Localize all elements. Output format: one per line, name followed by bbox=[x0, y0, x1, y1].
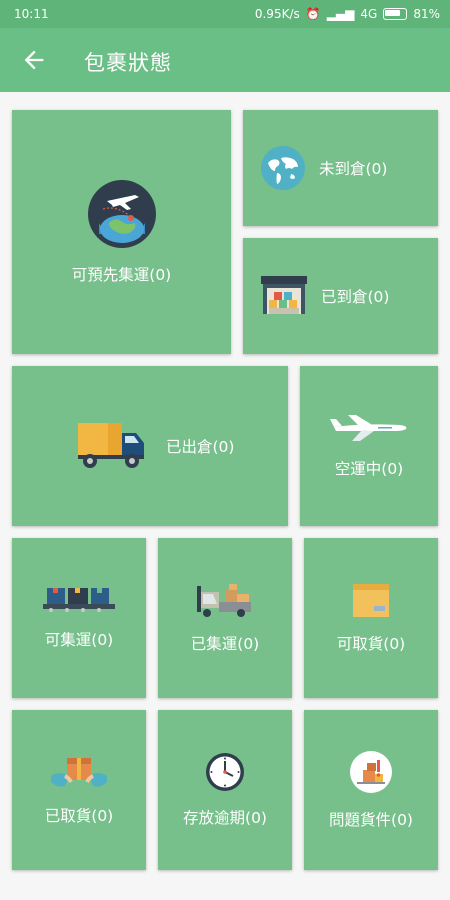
tile-label: 可集運(0) bbox=[44, 631, 114, 649]
signal-icon: ▂▄▆ bbox=[326, 7, 355, 21]
forklift-icon bbox=[197, 584, 251, 617]
tile-label: 已取貨(0) bbox=[44, 807, 114, 825]
tile-out-of-warehouse[interactable]: 已出倉(0) bbox=[12, 366, 288, 526]
tile-label: 可取貨(0) bbox=[336, 635, 406, 653]
network-type: 4G bbox=[360, 7, 378, 21]
world-map-icon bbox=[261, 146, 305, 190]
page-title: 包裹狀態 bbox=[84, 51, 172, 75]
tile-label: 已出倉(0) bbox=[166, 438, 235, 456]
airplane-icon bbox=[330, 415, 407, 441]
tile-label: 已到倉(0) bbox=[321, 288, 390, 306]
tile-arrived-warehouse[interactable]: 已到倉(0) bbox=[243, 238, 438, 354]
arrow-left-icon[interactable] bbox=[20, 46, 48, 74]
battery-icon bbox=[383, 8, 408, 20]
tile-label: 存放逾期(0) bbox=[183, 809, 267, 827]
alarm-icon: ⏰ bbox=[305, 7, 321, 21]
tile-preorder-consolidation[interactable]: 可預先集運(0) bbox=[12, 110, 231, 354]
hands-package-icon bbox=[51, 758, 107, 787]
tile-label: 可預先集運(0) bbox=[71, 266, 172, 284]
tile-in-air-transit[interactable]: 空運中(0) bbox=[300, 366, 438, 526]
tile-label: 已集運(0) bbox=[190, 635, 260, 653]
tile-label: 問題貨件(0) bbox=[329, 811, 413, 829]
tile-problem-parcel[interactable]: 問題貨件(0) bbox=[304, 710, 438, 870]
status-time: 10:11 bbox=[14, 7, 49, 21]
tile-consolidatable[interactable]: 可集運(0) bbox=[12, 538, 146, 698]
tile-storage-overdue[interactable]: 存放逾期(0) bbox=[158, 710, 292, 870]
parcel-box-icon bbox=[353, 584, 389, 617]
delivery-truck-icon bbox=[78, 423, 144, 468]
status-icons: 0.95K/s ⏰ ▂▄▆ 4G 81% bbox=[255, 7, 440, 21]
status-bar: 10:11 0.95K/s ⏰ ▂▄▆ 4G 81% bbox=[0, 0, 450, 28]
tile-consolidated[interactable]: 已集運(0) bbox=[158, 538, 292, 698]
battery-level: 81% bbox=[413, 7, 440, 21]
tile-label: 空運中(0) bbox=[334, 460, 404, 478]
warehouse-icon bbox=[261, 276, 307, 314]
globe-airplane-icon bbox=[87, 180, 156, 248]
clock-icon bbox=[206, 753, 244, 791]
tile-picked-up[interactable]: 已取貨(0) bbox=[12, 710, 146, 870]
network-speed: 0.95K/s bbox=[254, 7, 300, 21]
tile-label: 未到倉(0) bbox=[319, 160, 388, 178]
conveyor-boxes-icon bbox=[43, 588, 115, 612]
tile-ready-pickup[interactable]: 可取貨(0) bbox=[304, 538, 438, 698]
problem-parcel-icon bbox=[350, 751, 392, 793]
app-bar: 包裹狀態 bbox=[0, 28, 450, 92]
tile-not-arrived[interactable]: 未到倉(0) bbox=[243, 110, 438, 226]
